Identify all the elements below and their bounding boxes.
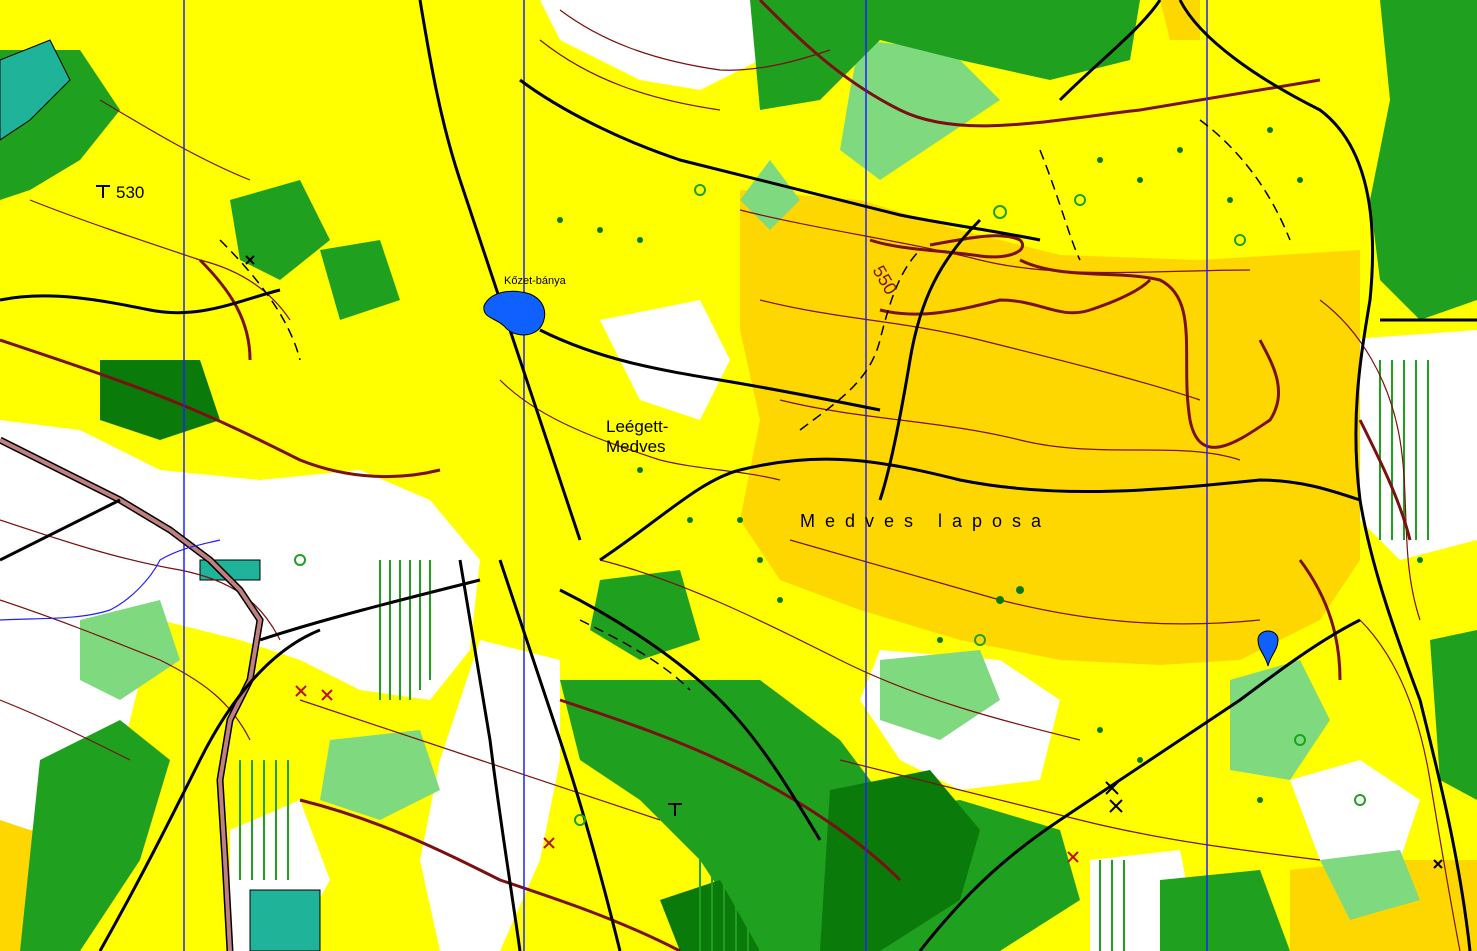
pond-label: Kőzet-bánya (504, 275, 566, 287)
spot-height-label: 530 (116, 183, 145, 202)
map-canvas (0, 0, 1477, 951)
orienteering-map[interactable]: 530 Kőzet-bánya Leégett- Medves Medves l… (0, 0, 1477, 951)
plateau-label: Medves laposa (800, 511, 1052, 531)
place-label-line1: Leégett- (606, 417, 669, 436)
place-label-line2: Medves (606, 437, 666, 456)
